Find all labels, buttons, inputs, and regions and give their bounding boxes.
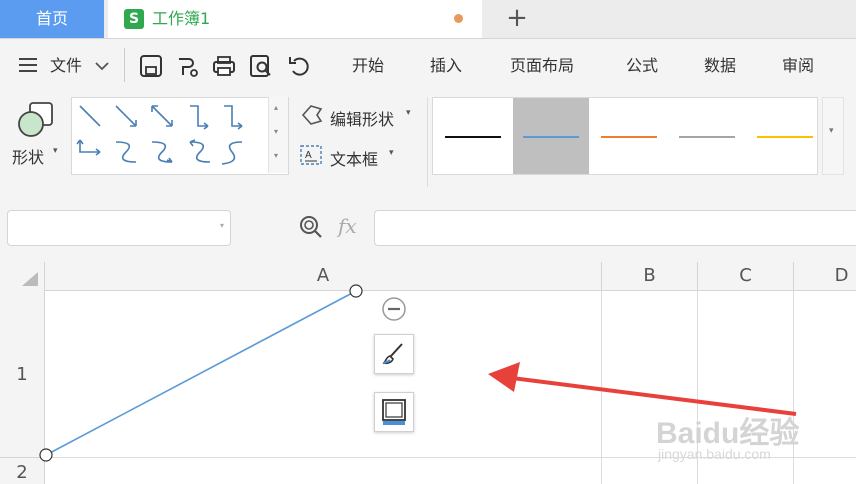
collapse-minus-icon[interactable]: [381, 296, 407, 322]
name-box-dropdown-icon[interactable]: ▾: [220, 221, 224, 230]
scroll-down-icon[interactable]: ▾: [274, 127, 278, 136]
undo-icon[interactable]: [286, 53, 312, 79]
shape-style-button[interactable]: [374, 334, 414, 374]
line-style-swatch: [523, 136, 579, 138]
line-style-swatch: [679, 136, 735, 138]
zoom-search-icon[interactable]: [298, 214, 324, 240]
connector-shapes-icon[interactable]: [72, 98, 268, 174]
line-style-swatch: [757, 136, 813, 138]
tab-workbook[interactable]: S 工作簿1: [108, 0, 482, 38]
menu-data[interactable]: 数据: [704, 39, 736, 93]
edit-shape-icon[interactable]: [300, 104, 324, 126]
expand-styles-icon[interactable]: ▾: [829, 126, 834, 136]
line-style-swatch: [445, 136, 501, 138]
print-preview-icon[interactable]: [248, 53, 274, 79]
menu-insert[interactable]: 插入: [430, 39, 462, 93]
shapes-icon[interactable]: [16, 101, 58, 139]
watermark-url: jingyan.baidu.com: [658, 446, 771, 462]
text-box-icon[interactable]: A: [300, 145, 322, 165]
outline-icon: [382, 399, 406, 425]
save-icon[interactable]: [138, 53, 164, 79]
print-icon[interactable]: [211, 53, 237, 79]
line-shape[interactable]: [45, 290, 357, 456]
text-box-dropdown-icon[interactable]: ▾: [389, 148, 394, 158]
menu-start[interactable]: 开始: [352, 39, 384, 93]
spreadsheet-icon: S: [124, 9, 144, 29]
fx-label[interactable]: fx: [338, 214, 357, 238]
tab-workbook-label: 工作簿1: [152, 9, 211, 28]
svg-text:A: A: [305, 150, 312, 161]
line-style-option[interactable]: [669, 98, 745, 174]
file-menu[interactable]: 文件: [50, 39, 82, 93]
line-style-swatch: [601, 136, 657, 138]
chevron-down-icon[interactable]: [94, 59, 110, 73]
tab-home[interactable]: 首页: [0, 0, 104, 38]
shape-gallery[interactable]: [71, 97, 289, 175]
menu-divider: [124, 48, 125, 82]
menu-formulas[interactable]: 公式: [626, 39, 658, 93]
line-style-gallery-scrollbar[interactable]: ▾: [822, 97, 844, 175]
line-start-handle[interactable]: [39, 448, 53, 462]
text-box-button[interactable]: 文本框: [330, 146, 378, 170]
menu-review[interactable]: 审阅: [782, 39, 814, 93]
edit-shape-button[interactable]: 编辑形状: [330, 106, 394, 130]
new-tab-button[interactable]: +: [500, 0, 534, 38]
ribbon-divider: [427, 97, 428, 187]
shapes-dropdown-icon[interactable]: ▾: [53, 146, 58, 156]
line-style-gallery[interactable]: [432, 97, 818, 175]
name-box[interactable]: ▾: [7, 210, 231, 246]
menu-page-layout[interactable]: 页面布局: [510, 39, 574, 93]
menu-bar: 文件 开始 插入 页面布局 公式 数据 审阅: [0, 39, 856, 91]
format-painter-icon[interactable]: [174, 53, 200, 79]
edit-shape-dropdown-icon[interactable]: ▾: [406, 108, 411, 118]
expand-gallery-icon[interactable]: ▾: [274, 151, 278, 160]
formula-input[interactable]: [374, 210, 856, 246]
shape-gallery-scrollbar[interactable]: ▴ ▾ ▾: [268, 97, 288, 173]
hamburger-icon[interactable]: [16, 53, 40, 77]
line-style-option[interactable]: [513, 98, 589, 174]
paintbrush-icon: [382, 343, 403, 365]
unsaved-dot-icon: [454, 14, 463, 23]
line-style-option[interactable]: [435, 98, 511, 174]
scroll-up-icon[interactable]: ▴: [274, 103, 278, 112]
shape-outline-button[interactable]: [374, 392, 414, 432]
line-style-option[interactable]: [747, 98, 823, 174]
line-style-option[interactable]: [591, 98, 667, 174]
shapes-label[interactable]: 形状: [12, 144, 44, 168]
line-end-handle[interactable]: [349, 284, 363, 298]
